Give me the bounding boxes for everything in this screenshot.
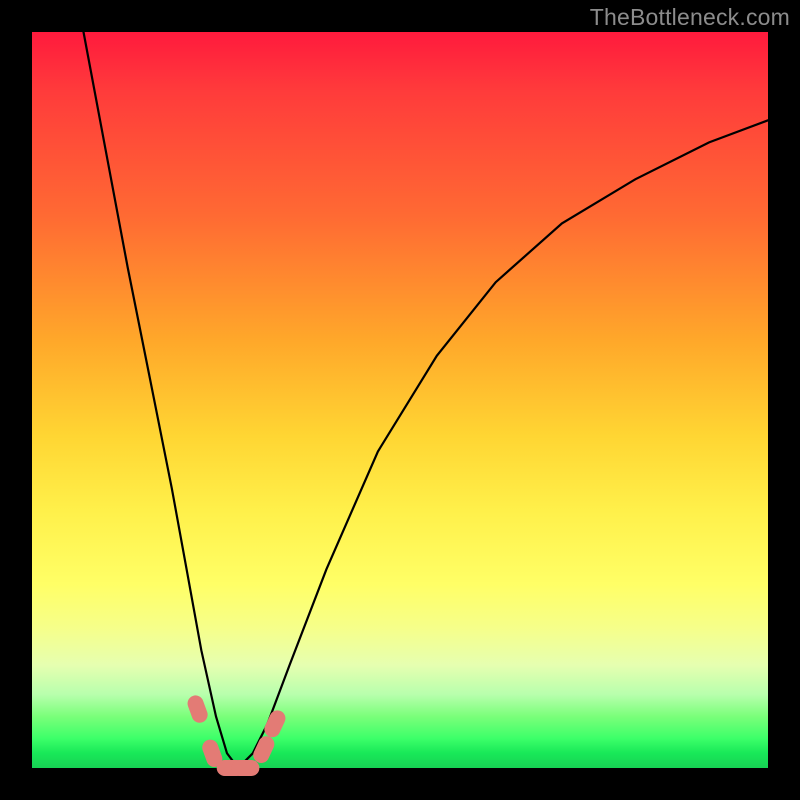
curve-layer (84, 32, 769, 768)
plot-area (32, 32, 768, 768)
marker-layer (185, 693, 288, 776)
bottleneck-curve (84, 32, 769, 768)
chart-svg (32, 32, 768, 768)
watermark-text: TheBottleneck.com (590, 4, 790, 31)
chart-frame: TheBottleneck.com (0, 0, 800, 800)
marker-right-upper (262, 708, 288, 740)
marker-valley-b (231, 760, 259, 776)
marker-left-upper (185, 693, 210, 725)
